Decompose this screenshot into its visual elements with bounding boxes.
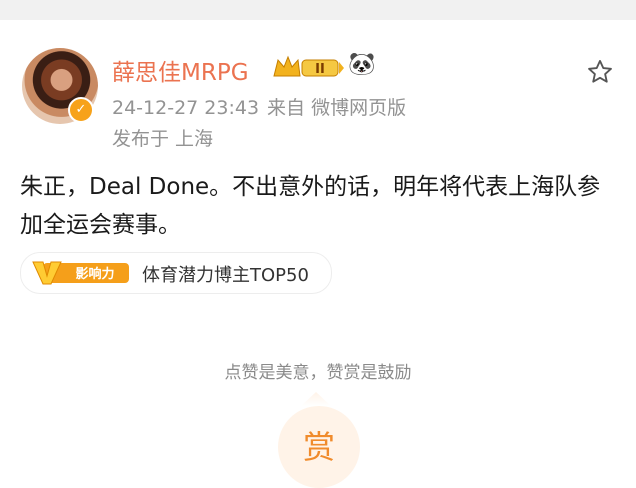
member-level-text: II — [315, 62, 325, 77]
post-content: 朱正，Deal Done。不出意外的话，明年将代表上海队参加全运会赛事。 — [20, 174, 601, 238]
post-timestamp[interactable]: 24-12-27 23:43 — [112, 97, 259, 119]
influence-tag[interactable]: 影响力 体育潜力博主TOP50 — [20, 252, 332, 294]
author-name[interactable]: 薛思佳MRPG — [112, 53, 249, 87]
panda-icon: 🐼 — [348, 52, 376, 77]
influence-badge-text: 影响力 — [75, 266, 114, 282]
crown-member-icon[interactable]: II — [272, 54, 344, 80]
top-gray-strip — [0, 0, 636, 20]
weibo-post-card: ✓ 薛思佳MRPG II 🐼 24-12-27 23:43 来自 微博网页版 发布… — [0, 20, 636, 488]
reward-button[interactable]: 赏 — [278, 406, 360, 488]
reward-pointer — [301, 392, 331, 406]
influence-label: 体育潜力博主TOP50 — [142, 265, 309, 286]
post-meta: 24-12-27 23:43 来自 微博网页版 发布于 上海 — [112, 93, 414, 151]
verified-v-icon: ✓ — [68, 97, 94, 123]
reward-hint: 点赞是美意，赞赏是鼓励 — [224, 363, 412, 383]
post-location: 发布于 上海 — [112, 128, 214, 150]
influence-badge-icon: 影响力 — [32, 261, 129, 285]
favorite-star-icon[interactable] — [586, 58, 614, 86]
post-source: 来自 微博网页版 — [267, 97, 407, 119]
